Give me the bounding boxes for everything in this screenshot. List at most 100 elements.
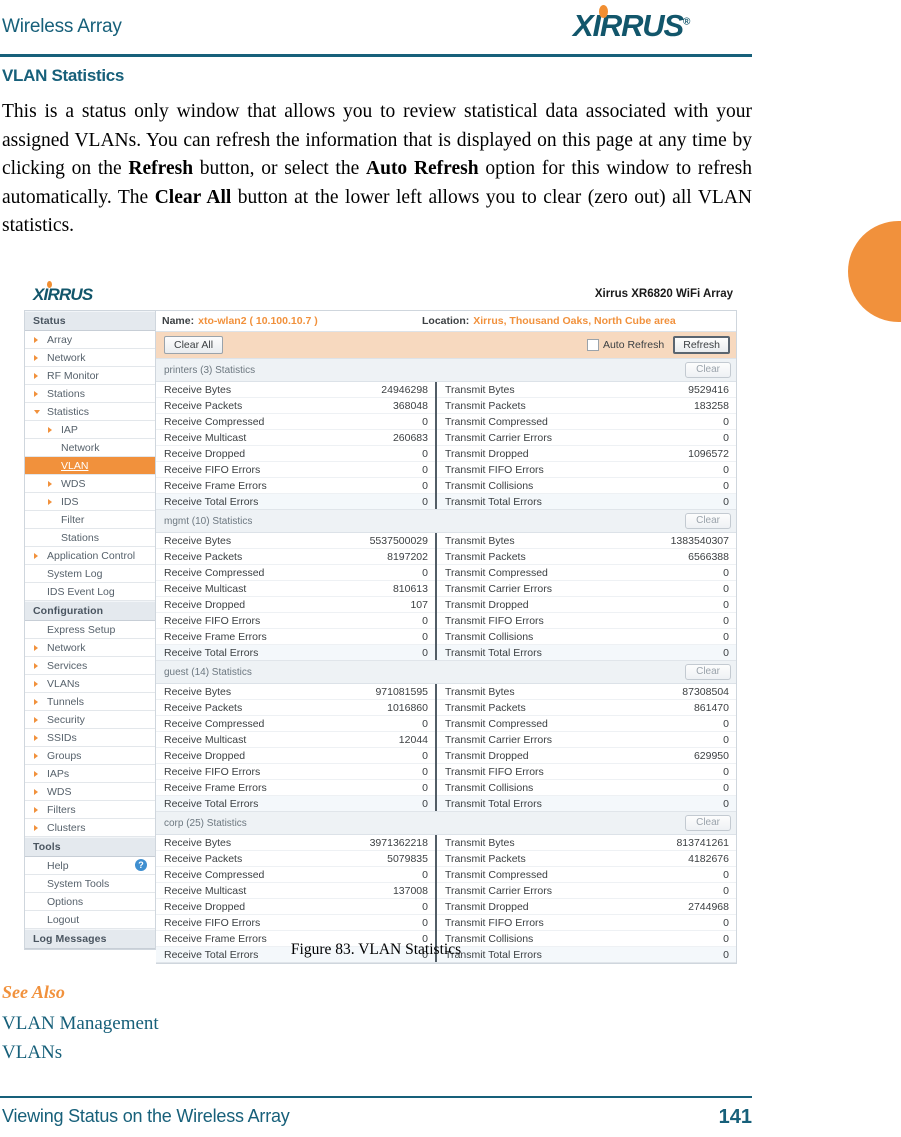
sidebar-item-network[interactable]: Network xyxy=(25,639,155,657)
receive-stat-value: 971081595 xyxy=(332,684,436,700)
transmit-stat-value: 1096572 xyxy=(620,446,736,462)
transmit-stat-value: 87308504 xyxy=(620,684,736,700)
receive-stat-label: Receive Bytes xyxy=(156,684,332,700)
transmit-stat-value: 0 xyxy=(620,732,736,748)
refresh-button[interactable]: Refresh xyxy=(673,336,730,354)
receive-stat-value: 0 xyxy=(332,645,436,661)
stat-table-printers: Receive Bytes24946298Transmit Bytes95294… xyxy=(156,382,736,509)
sidebar-item-ids-event-log[interactable]: IDS Event Log xyxy=(25,583,155,601)
transmit-stat-label: Transmit Packets xyxy=(436,851,620,867)
sidebar-item-application-control[interactable]: Application Control xyxy=(25,547,155,565)
sidebar-item-system-log[interactable]: System Log xyxy=(25,565,155,583)
sidebar-item-vlan[interactable]: VLAN xyxy=(25,457,155,475)
sidebar-item-network[interactable]: Network xyxy=(25,349,155,367)
sidebar-item-services[interactable]: Services xyxy=(25,657,155,675)
sidebar-item-logout[interactable]: Logout xyxy=(25,911,155,929)
help-icon[interactable]: ? xyxy=(135,859,147,871)
receive-stat-label: Receive Compressed xyxy=(156,716,332,732)
sidebar-item-system-tools[interactable]: System Tools xyxy=(25,875,155,893)
transmit-stat-value: 861470 xyxy=(620,700,736,716)
receive-stat-label: Receive Packets xyxy=(156,549,332,565)
table-row: Receive Bytes24946298Transmit Bytes95294… xyxy=(156,382,736,398)
clear-all-button[interactable]: Clear All xyxy=(164,336,223,354)
sidebar-item-options[interactable]: Options xyxy=(25,893,155,911)
transmit-stat-value: 0 xyxy=(620,613,736,629)
see-also-heading: See Also xyxy=(2,982,65,1003)
transmit-stat-label: Transmit Bytes xyxy=(436,835,620,851)
action-toolbar: Clear All Auto Refresh Refresh xyxy=(156,332,736,359)
sidebar-item-rf-monitor[interactable]: RF Monitor xyxy=(25,367,155,385)
receive-stat-value: 5079835 xyxy=(332,851,436,867)
receive-stat-value: 0 xyxy=(332,462,436,478)
transmit-stat-value: 1383540307 xyxy=(620,533,736,549)
see-also-link-vlan-management[interactable]: VLAN Management xyxy=(2,1013,159,1035)
sidebar-item-label: System Log xyxy=(47,568,102,580)
sidebar-item-wds[interactable]: WDS xyxy=(25,783,155,801)
transmit-stat-value: 9529416 xyxy=(620,382,736,398)
transmit-stat-value: 0 xyxy=(620,414,736,430)
sidebar-item-iaps[interactable]: IAPs xyxy=(25,765,155,783)
receive-stat-label: Receive Compressed xyxy=(156,867,332,883)
sidebar-item-express-setup[interactable]: Express Setup xyxy=(25,621,155,639)
auto-refresh-checkbox[interactable] xyxy=(587,339,599,351)
sidebar-item-network[interactable]: Network xyxy=(25,439,155,457)
sidebar-item-ids[interactable]: IDS xyxy=(25,493,155,511)
sidebar-item-wds[interactable]: WDS xyxy=(25,475,155,493)
sidebar-item-help[interactable]: Help? xyxy=(25,857,155,875)
table-row: Receive Packets8197202Transmit Packets65… xyxy=(156,549,736,565)
clear-button-guest[interactable]: Clear xyxy=(685,664,731,680)
sidebar-nav[interactable]: StatusArrayNetworkRF MonitorStationsStat… xyxy=(24,310,156,950)
see-also-link-vlans[interactable]: VLANs xyxy=(2,1042,62,1064)
table-row: Receive Dropped0Transmit Dropped629950 xyxy=(156,748,736,764)
sidebar-item-ssids[interactable]: SSIDs xyxy=(25,729,155,747)
sidebar-item-groups[interactable]: Groups xyxy=(25,747,155,765)
transmit-stat-value: 0 xyxy=(620,430,736,446)
transmit-stat-label: Transmit Compressed xyxy=(436,716,620,732)
receive-stat-value: 0 xyxy=(332,478,436,494)
figure-screenshot: XIRRUS Xirrus XR6820 WiFi Array StatusAr… xyxy=(24,279,737,931)
sidebar-item-stations[interactable]: Stations xyxy=(25,385,155,403)
receive-stat-label: Receive Packets xyxy=(156,398,332,414)
sidebar-item-statistics[interactable]: Statistics xyxy=(25,403,155,421)
chevron-right-icon xyxy=(34,681,38,687)
sidebar-item-tunnels[interactable]: Tunnels xyxy=(25,693,155,711)
chevron-right-icon xyxy=(34,337,38,343)
sidebar-item-array[interactable]: Array xyxy=(25,331,155,349)
receive-stat-label: Receive Multicast xyxy=(156,732,332,748)
sidebar-item-stations[interactable]: Stations xyxy=(25,529,155,547)
clear-button-printers[interactable]: Clear xyxy=(685,362,731,378)
receive-stat-label: Receive Bytes xyxy=(156,835,332,851)
receive-stat-label: Receive FIFO Errors xyxy=(156,764,332,780)
chevron-right-icon xyxy=(34,825,38,831)
receive-stat-label: Receive FIFO Errors xyxy=(156,462,332,478)
receive-stat-label: Receive Compressed xyxy=(156,414,332,430)
sidebar-item-vlans[interactable]: VLANs xyxy=(25,675,155,693)
stat-table-mgmt: Receive Bytes5537500029Transmit Bytes138… xyxy=(156,533,736,660)
sidebar-item-label: Network xyxy=(47,352,86,364)
transmit-stat-label: Transmit Bytes xyxy=(436,684,620,700)
sidebar-item-label: Groups xyxy=(47,750,81,762)
sidebar-item-label: Services xyxy=(47,660,87,672)
transmit-stat-label: Transmit Total Errors xyxy=(436,494,620,510)
name-label: Name: xyxy=(162,315,194,327)
clear-button-mgmt[interactable]: Clear xyxy=(685,513,731,529)
table-row: Receive Multicast137008Transmit Carrier … xyxy=(156,883,736,899)
sidebar-item-iap[interactable]: IAP xyxy=(25,421,155,439)
sidebar-item-filter[interactable]: Filter xyxy=(25,511,155,529)
table-row: Receive Packets368048Transmit Packets183… xyxy=(156,398,736,414)
sidebar-item-label: Help xyxy=(47,860,69,872)
running-head: Wireless Array xyxy=(2,16,122,38)
clear-button-corp[interactable]: Clear xyxy=(685,815,731,831)
page-title: VLAN Statistics xyxy=(2,66,124,86)
transmit-stat-value: 0 xyxy=(620,494,736,510)
receive-stat-value: 0 xyxy=(332,764,436,780)
logo-dot-icon xyxy=(599,5,608,18)
receive-stat-value: 0 xyxy=(332,494,436,510)
transmit-stat-label: Transmit Dropped xyxy=(436,597,620,613)
sidebar-item-filters[interactable]: Filters xyxy=(25,801,155,819)
transmit-stat-value: 0 xyxy=(620,883,736,899)
sidebar-item-security[interactable]: Security xyxy=(25,711,155,729)
sidebar-item-clusters[interactable]: Clusters xyxy=(25,819,155,837)
table-row: Receive Packets5079835Transmit Packets41… xyxy=(156,851,736,867)
stat-block-header: mgmt (10) StatisticsClear xyxy=(156,510,736,533)
